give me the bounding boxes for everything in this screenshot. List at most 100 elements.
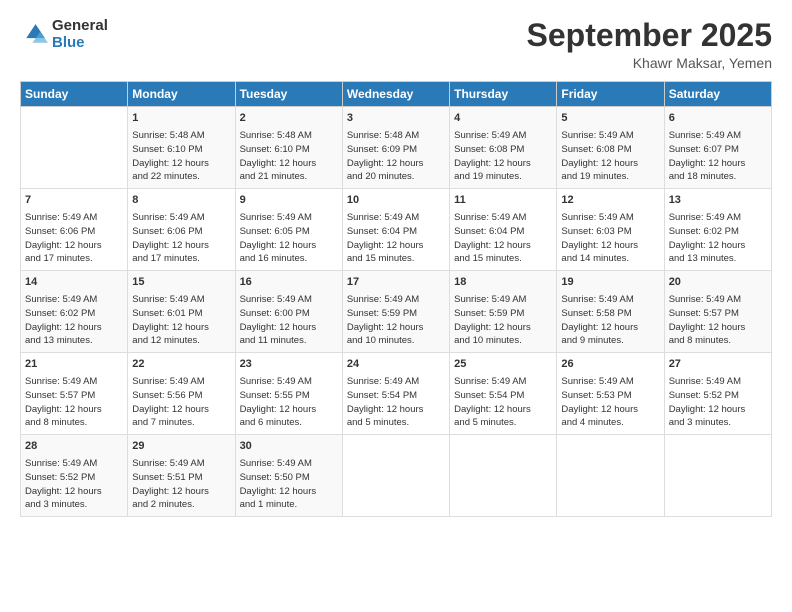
day-number: 15 <box>132 275 230 291</box>
calendar-cell: 1Sunrise: 5:48 AMSunset: 6:10 PMDaylight… <box>128 107 235 189</box>
cell-content-line: Sunrise: 5:49 AM <box>669 293 767 307</box>
cell-content-line: Sunrise: 5:49 AM <box>561 129 659 143</box>
cell-content-line: and 17 minutes. <box>25 252 123 266</box>
cell-content-line: Sunrise: 5:49 AM <box>132 211 230 225</box>
day-number: 16 <box>240 275 338 291</box>
week-row-1: 7Sunrise: 5:49 AMSunset: 6:06 PMDaylight… <box>21 189 772 271</box>
cell-content-line: and 11 minutes. <box>240 334 338 348</box>
header-cell-wednesday: Wednesday <box>342 82 449 107</box>
calendar-cell: 6Sunrise: 5:49 AMSunset: 6:07 PMDaylight… <box>664 107 771 189</box>
cell-content-line: Daylight: 12 hours <box>25 239 123 253</box>
cell-content-line: Sunrise: 5:49 AM <box>454 129 552 143</box>
cell-content-line: Daylight: 12 hours <box>669 157 767 171</box>
cell-content-line: Daylight: 12 hours <box>132 157 230 171</box>
cell-content-line: and 8 minutes. <box>25 416 123 430</box>
cell-content-line: Sunset: 6:02 PM <box>25 307 123 321</box>
day-number: 11 <box>454 193 552 209</box>
cell-content-line: Sunset: 6:06 PM <box>25 225 123 239</box>
day-number: 17 <box>347 275 445 291</box>
cell-content-line: and 5 minutes. <box>347 416 445 430</box>
week-row-3: 21Sunrise: 5:49 AMSunset: 5:57 PMDayligh… <box>21 353 772 435</box>
cell-content-line: Daylight: 12 hours <box>669 239 767 253</box>
calendar-cell: 7 Sunrise: 5:49 AMSunset: 6:06 PMDaylight… <box>21 189 128 271</box>
calendar-cell: 22Sunrise: 5:49 AMSunset: 5:56 PMDayligh… <box>128 353 235 435</box>
cell-content-line: Daylight: 12 hours <box>347 239 445 253</box>
cell-content-line: Sunset: 5:56 PM <box>132 389 230 403</box>
cell-content-line: and 13 minutes. <box>669 252 767 266</box>
location: Khawr Maksar, Yemen <box>527 55 772 71</box>
header: General Blue September 2025 Khawr Maksar… <box>20 18 772 71</box>
cell-content-line: Sunrise: 5:49 AM <box>25 293 123 307</box>
cell-content-line: Sunset: 6:10 PM <box>132 143 230 157</box>
cell-content-line: Sunset: 6:01 PM <box>132 307 230 321</box>
cell-content-line: Sunset: 5:57 PM <box>669 307 767 321</box>
header-cell-saturday: Saturday <box>664 82 771 107</box>
calendar-cell: 11Sunrise: 5:49 AMSunset: 6:04 PMDayligh… <box>450 189 557 271</box>
calendar-cell: 15Sunrise: 5:49 AMSunset: 6:01 PMDayligh… <box>128 271 235 353</box>
cell-content-line: Sunrise: 5:49 AM <box>25 457 123 471</box>
cell-content-line: Sunrise: 5:49 AM <box>454 375 552 389</box>
cell-content-line: Daylight: 12 hours <box>347 157 445 171</box>
calendar-cell: 17Sunrise: 5:49 AMSunset: 5:59 PMDayligh… <box>342 271 449 353</box>
calendar-cell: 5Sunrise: 5:49 AMSunset: 6:08 PMDaylight… <box>557 107 664 189</box>
calendar-cell: 9Sunrise: 5:49 AMSunset: 6:05 PMDaylight… <box>235 189 342 271</box>
cell-content-line: Daylight: 12 hours <box>25 321 123 335</box>
cell-content-line: and 9 minutes. <box>561 334 659 348</box>
cell-content-line: Daylight: 12 hours <box>454 157 552 171</box>
cell-content-line: Sunrise: 5:49 AM <box>25 211 123 225</box>
cell-content-line: and 19 minutes. <box>561 170 659 184</box>
cell-content-line: Daylight: 12 hours <box>347 321 445 335</box>
cell-content-line: and 8 minutes. <box>669 334 767 348</box>
cell-content-line: Sunrise: 5:49 AM <box>669 129 767 143</box>
cell-content-line: Sunrise: 5:49 AM <box>25 375 123 389</box>
title-section: September 2025 Khawr Maksar, Yemen <box>527 18 772 71</box>
cell-content-line: Sunset: 6:08 PM <box>454 143 552 157</box>
cell-content-line: Sunrise: 5:48 AM <box>240 129 338 143</box>
cell-content-line: Sunrise: 5:49 AM <box>240 211 338 225</box>
week-row-0: 1Sunrise: 5:48 AMSunset: 6:10 PMDaylight… <box>21 107 772 189</box>
page: General Blue September 2025 Khawr Maksar… <box>0 0 792 612</box>
cell-content-line: Sunrise: 5:49 AM <box>132 293 230 307</box>
day-number: 22 <box>132 357 230 373</box>
cell-content-line: Daylight: 12 hours <box>454 403 552 417</box>
cell-content-line: Sunrise: 5:49 AM <box>132 375 230 389</box>
logo-blue-text: Blue <box>52 35 108 52</box>
cell-content-line: Sunset: 5:54 PM <box>347 389 445 403</box>
calendar-cell: 29Sunrise: 5:49 AMSunset: 5:51 PMDayligh… <box>128 435 235 517</box>
day-number: 30 <box>240 439 338 455</box>
calendar-cell: 21Sunrise: 5:49 AMSunset: 5:57 PMDayligh… <box>21 353 128 435</box>
cell-content-line: Sunrise: 5:49 AM <box>669 211 767 225</box>
header-cell-thursday: Thursday <box>450 82 557 107</box>
calendar-cell: 24Sunrise: 5:49 AMSunset: 5:54 PMDayligh… <box>342 353 449 435</box>
calendar-cell: 4Sunrise: 5:49 AMSunset: 6:08 PMDaylight… <box>450 107 557 189</box>
cell-content-line: Daylight: 12 hours <box>669 321 767 335</box>
cell-content-line: and 13 minutes. <box>25 334 123 348</box>
cell-content-line: Sunset: 6:09 PM <box>347 143 445 157</box>
calendar-cell: 3Sunrise: 5:48 AMSunset: 6:09 PMDaylight… <box>342 107 449 189</box>
cell-content-line: Sunrise: 5:49 AM <box>561 375 659 389</box>
calendar-table: SundayMondayTuesdayWednesdayThursdayFrid… <box>20 81 772 517</box>
header-cell-monday: Monday <box>128 82 235 107</box>
cell-content-line: Sunset: 5:51 PM <box>132 471 230 485</box>
cell-content-line: Sunrise: 5:48 AM <box>132 129 230 143</box>
calendar-cell: 10Sunrise: 5:49 AMSunset: 6:04 PMDayligh… <box>342 189 449 271</box>
calendar-cell: 8Sunrise: 5:49 AMSunset: 6:06 PMDaylight… <box>128 189 235 271</box>
cell-content-line: Sunrise: 5:49 AM <box>240 375 338 389</box>
cell-content-line: and 12 minutes. <box>132 334 230 348</box>
cell-content-line: Daylight: 12 hours <box>561 239 659 253</box>
calendar-cell: 30Sunrise: 5:49 AMSunset: 5:50 PMDayligh… <box>235 435 342 517</box>
cell-content-line: and 5 minutes. <box>454 416 552 430</box>
cell-content-line: and 14 minutes. <box>561 252 659 266</box>
cell-content-line: Sunset: 6:02 PM <box>669 225 767 239</box>
day-number: 7 <box>25 193 123 209</box>
day-number: 14 <box>25 275 123 291</box>
day-number: 29 <box>132 439 230 455</box>
calendar-cell: 12Sunrise: 5:49 AMSunset: 6:03 PMDayligh… <box>557 189 664 271</box>
day-number: 10 <box>347 193 445 209</box>
calendar-cell: 14 Sunrise: 5:49 AMSunset: 6:02 PMDayligh… <box>21 271 128 353</box>
cell-content-line: and 6 minutes. <box>240 416 338 430</box>
calendar-cell: 2Sunrise: 5:48 AMSunset: 6:10 PMDaylight… <box>235 107 342 189</box>
cell-content-line: Daylight: 12 hours <box>132 239 230 253</box>
calendar-cell <box>450 435 557 517</box>
cell-content-line: and 2 minutes. <box>132 498 230 512</box>
